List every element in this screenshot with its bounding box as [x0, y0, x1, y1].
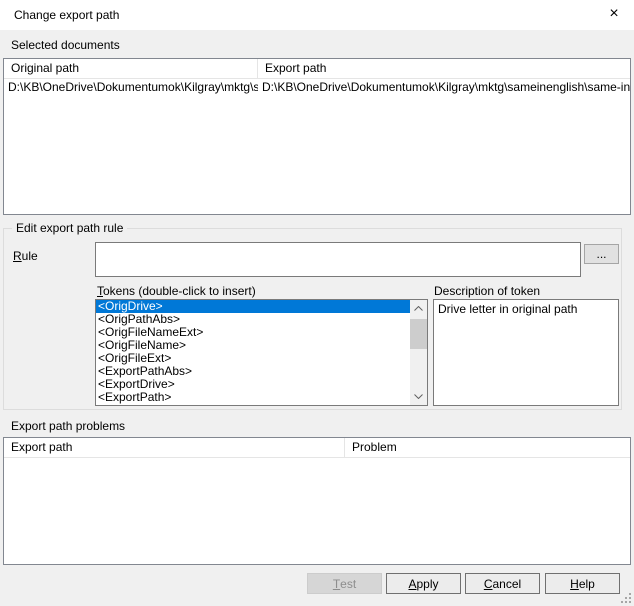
scrollbar-thumb[interactable] [410, 319, 427, 349]
rule-input[interactable] [95, 242, 581, 277]
cell-original-path: D:\KB\OneDrive\Dokumentumok\Kilgray\mktg… [4, 79, 258, 96]
tokens-label: Tokens (double-click to insert) [97, 284, 256, 298]
problems-header: Export path Problem [4, 438, 630, 458]
token-description-label: Description of token [434, 284, 540, 298]
close-button[interactable]: × [600, 2, 628, 26]
selected-documents-header: Original path Export path [4, 59, 630, 79]
apply-button[interactable]: Apply [386, 573, 461, 594]
test-button: Test [307, 573, 382, 594]
column-header-export-path[interactable]: Export path [258, 59, 630, 78]
selected-documents-label: Selected documents [11, 38, 120, 52]
tokens-items: <OrigDrive> <OrigPathAbs> <OrigFileNameE… [96, 300, 410, 405]
cancel-button[interactable]: Cancel [465, 573, 540, 594]
browse-button[interactable]: ... [584, 244, 619, 264]
window-title: Change export path [14, 8, 119, 22]
export-path-problems-label: Export path problems [11, 419, 125, 433]
help-button[interactable]: Help [545, 573, 620, 594]
group-label: Edit export path rule [12, 221, 127, 235]
column-header-original-path[interactable]: Original path [4, 59, 258, 78]
cell-export-path: D:\KB\OneDrive\Dokumentumok\Kilgray\mktg… [258, 79, 630, 96]
scroll-down-icon[interactable] [410, 388, 427, 405]
export-path-problems-table: Export path Problem [3, 437, 631, 565]
token-item[interactable]: <ExportPath> [96, 391, 410, 404]
column-header-export-path[interactable]: Export path [4, 438, 345, 457]
titlebar: Change export path × [0, 0, 634, 30]
table-row[interactable]: D:\KB\OneDrive\Dokumentumok\Kilgray\mktg… [4, 79, 630, 96]
edit-export-path-rule-group: Edit export path rule Rule ... Tokens (d… [3, 228, 622, 410]
token-description-box: Drive letter in original path [433, 299, 619, 406]
tokens-listbox: <OrigDrive> <OrigPathAbs> <OrigFileNameE… [95, 299, 428, 406]
tokens-scrollbar[interactable] [410, 300, 427, 405]
column-header-problem[interactable]: Problem [345, 438, 630, 457]
rule-label: Rule [13, 249, 38, 263]
resize-grip-icon[interactable] [620, 592, 631, 603]
scroll-up-icon[interactable] [410, 300, 427, 317]
close-icon: × [609, 6, 618, 22]
selected-documents-table: Original path Export path D:\KB\OneDrive… [3, 58, 631, 215]
